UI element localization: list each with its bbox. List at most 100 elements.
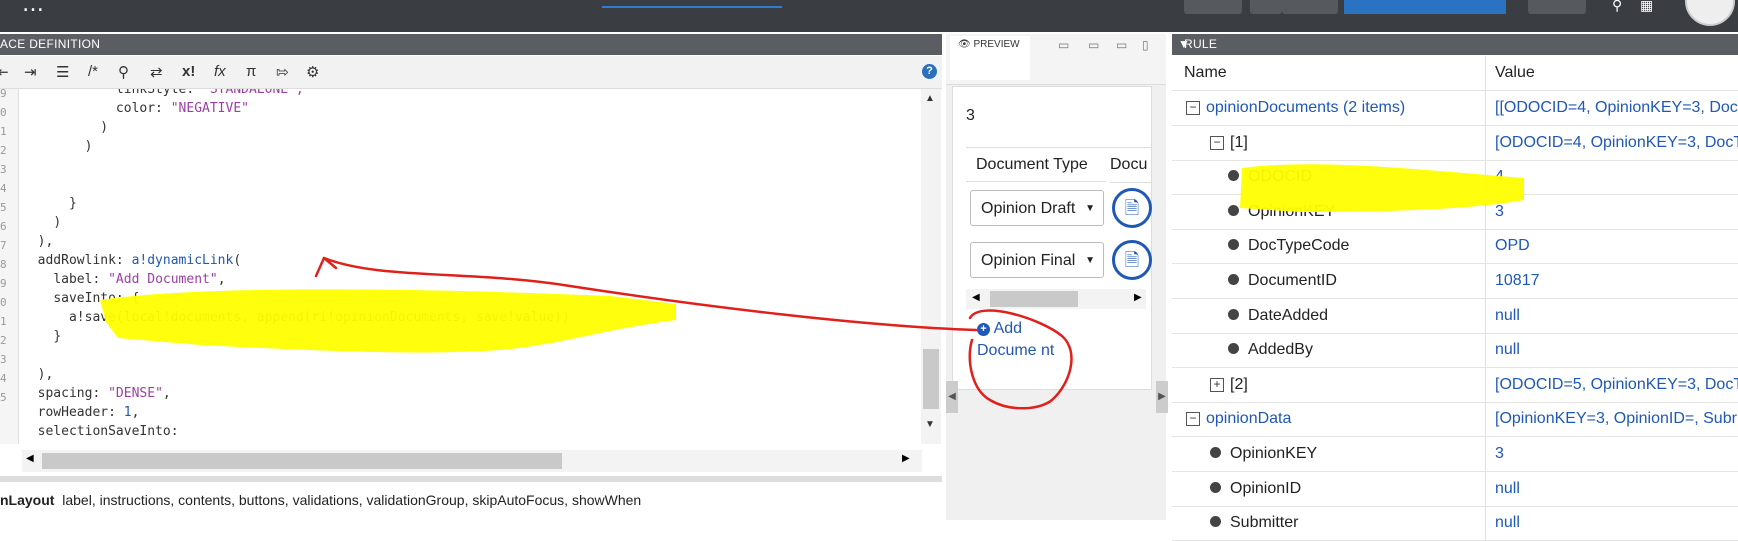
rule-input-row[interactable]: OpinionKEY 3 bbox=[1172, 437, 1738, 472]
scrollbar-thumb[interactable] bbox=[42, 453, 562, 469]
code-token: 1 bbox=[123, 405, 132, 420]
code-line: ) bbox=[22, 118, 108, 137]
apps-grid-icon[interactable]: ▦ bbox=[1640, 0, 1653, 14]
inspect-icon[interactable]: ⚙ bbox=[306, 63, 319, 81]
pi-icon[interactable]: π bbox=[246, 63, 256, 80]
interface-definition-header: ACE DEFINITION bbox=[0, 34, 942, 55]
search-icon[interactable]: ⚲ bbox=[118, 63, 129, 81]
rule-input-name-text: opinionData bbox=[1206, 410, 1292, 428]
column-divider bbox=[1485, 333, 1486, 368]
line-number: 0 bbox=[0, 106, 7, 119]
rule-input-name: + [2] bbox=[1210, 368, 1248, 402]
phone-icon[interactable]: ▯ bbox=[1142, 38, 1149, 52]
document-icon[interactable]: 🗎 bbox=[1112, 188, 1152, 228]
comment-icon[interactable]: /* bbox=[88, 63, 98, 80]
rule-input-row[interactable]: DocumentID 10817 bbox=[1172, 264, 1738, 299]
collapse-left-toggle[interactable]: ◀ bbox=[946, 381, 958, 413]
code-token: , bbox=[162, 386, 171, 401]
scrollbar-thumb[interactable] bbox=[990, 291, 1078, 307]
rule-input-row[interactable]: DocTypeCode OPD bbox=[1172, 229, 1738, 265]
editor-horizontal-scrollbar[interactable]: ◀ ▶ bbox=[22, 450, 922, 472]
avatar[interactable] bbox=[1685, 0, 1735, 26]
rule-input-row[interactable]: Submitter null bbox=[1172, 506, 1738, 541]
function-hint-params: label, instructions, contents, buttons, … bbox=[62, 492, 642, 508]
code-token: ) bbox=[84, 139, 93, 154]
desktop-icon[interactable]: ▭ bbox=[1058, 38, 1069, 52]
rule-input-row[interactable]: − [1] [ODOCID=4, OpinionKEY=3, DocT bbox=[1172, 125, 1738, 161]
shuffle-icon[interactable]: ⇄ bbox=[150, 63, 163, 81]
rule-input-name: OpinionKEY bbox=[1228, 195, 1335, 229]
code-token: , bbox=[131, 405, 140, 420]
format-icon[interactable]: ☰ bbox=[56, 63, 69, 81]
rule-input-value: [ODOCID=4, OpinionKEY=3, DocT bbox=[1495, 133, 1738, 151]
column-divider bbox=[1485, 506, 1486, 541]
add-document-link[interactable]: + Add Docume nt bbox=[977, 318, 1067, 362]
documents-grid: Document Type Docu Opinion Draft ▼ 🗎 Opi… bbox=[966, 147, 1152, 288]
rule-input-row[interactable]: ODOCID 4 bbox=[1172, 160, 1738, 196]
indent-right-icon[interactable]: ⇥ bbox=[24, 63, 37, 81]
expand-icon[interactable]: + bbox=[1210, 377, 1224, 392]
collapse-icon[interactable]: − bbox=[1186, 101, 1200, 115]
indent-left-icon[interactable]: ⇤ bbox=[0, 63, 9, 81]
toolbar-button[interactable] bbox=[1282, 0, 1338, 14]
column-header-document-type[interactable]: Document Type bbox=[966, 148, 1106, 182]
code-editor[interactable]: linkStyle: "STANDALONE", color: "NEGATIV… bbox=[22, 89, 922, 444]
expression-icon[interactable]: x! bbox=[182, 63, 195, 80]
preview-tabs: 👁 PREVIEW bbox=[946, 34, 1166, 85]
rule-input-row[interactable]: OpinionID null bbox=[1172, 471, 1738, 507]
search-icon[interactable]: ⚲ bbox=[1612, 0, 1622, 14]
document-type-dropdown[interactable]: Opinion Draft ▼ bbox=[970, 190, 1104, 226]
bullet-icon bbox=[1228, 343, 1239, 355]
rule-input-name: OpinionID bbox=[1210, 472, 1301, 506]
code-line: } bbox=[22, 194, 77, 213]
export-icon[interactable]: ⇰ bbox=[276, 63, 289, 81]
rule-input-row[interactable]: + [2] [ODOCID=5, OpinionKEY=3, DocT bbox=[1172, 367, 1738, 403]
rule-input-row[interactable]: − opinionData [OpinionKEY=3, OpinionID=, S… bbox=[1172, 402, 1738, 438]
code-token: addRowlink: bbox=[37, 253, 132, 268]
bullet-icon bbox=[1210, 481, 1221, 493]
rule-input-row[interactable]: DateAdded null bbox=[1172, 298, 1738, 334]
scrollbar-thumb[interactable] bbox=[923, 349, 939, 409]
rule-input-name: OpinionKEY bbox=[1210, 437, 1317, 471]
collapse-icon[interactable]: − bbox=[1186, 412, 1200, 427]
function-icon[interactable]: fx bbox=[214, 63, 226, 80]
column-divider bbox=[1485, 194, 1486, 229]
rule-input-row[interactable]: OpinionKEY 3 bbox=[1172, 194, 1738, 230]
rule-input-row[interactable]: − opinionDocuments (2 items) [[ODOCID=4, O… bbox=[1172, 91, 1738, 126]
tablet-landscape-icon[interactable]: ▭ bbox=[1116, 38, 1127, 52]
scroll-left-arrow-icon[interactable]: ◀ bbox=[972, 292, 980, 303]
editor-vertical-scrollbar[interactable]: ▲ ▼ bbox=[921, 89, 941, 444]
scroll-down-arrow-icon[interactable]: ▼ bbox=[925, 419, 935, 430]
code-line: addRowlink: a!dynamicLink( bbox=[22, 251, 242, 270]
column-header-document[interactable]: Docu bbox=[1110, 148, 1152, 183]
help-icon[interactable]: ? bbox=[922, 64, 937, 79]
scroll-right-arrow-icon[interactable]: ▶ bbox=[902, 453, 910, 464]
line-number: 9 bbox=[0, 277, 7, 290]
laptop-icon[interactable]: ▭ bbox=[1088, 38, 1099, 52]
toolbar-button[interactable] bbox=[1184, 0, 1242, 14]
rule-input-name-text: OpinionKEY bbox=[1230, 445, 1318, 462]
rule-inputs-header-row: Name Value bbox=[1172, 56, 1738, 91]
rule-input-name: − opinionData bbox=[1186, 402, 1291, 436]
column-divider bbox=[1485, 367, 1486, 402]
rule-input-name-text: DocTypeCode bbox=[1248, 237, 1350, 255]
document-icon[interactable]: 🗎 bbox=[1112, 240, 1152, 280]
bullet-icon bbox=[1228, 204, 1239, 216]
toolbar-button[interactable] bbox=[1528, 0, 1586, 14]
column-divider bbox=[1485, 91, 1486, 125]
rule-inputs-title: ▼ RULE INPUTS bbox=[1178, 37, 1230, 72]
scroll-right-arrow-icon[interactable]: ▶ bbox=[1134, 292, 1142, 303]
tab-preview[interactable]: 👁 PREVIEW bbox=[950, 36, 1030, 80]
grid-horizontal-scrollbar[interactable]: ◀ ▶ bbox=[966, 289, 1146, 309]
rule-input-row[interactable]: AddedBy null bbox=[1172, 333, 1738, 369]
rule-input-name: Submitter bbox=[1210, 506, 1298, 540]
code-token: ), bbox=[37, 367, 54, 382]
document-type-dropdown[interactable]: Opinion Final ▼ bbox=[970, 242, 1104, 278]
toolbar-button[interactable] bbox=[1250, 0, 1282, 14]
rule-inputs-header[interactable]: ▼ RULE INPUTS bbox=[1172, 34, 1738, 72]
publish-button[interactable] bbox=[1344, 0, 1506, 14]
collapse-icon[interactable]: − bbox=[1210, 135, 1224, 150]
collapse-right-toggle[interactable]: ▶ bbox=[1156, 381, 1168, 413]
scroll-up-arrow-icon[interactable]: ▲ bbox=[925, 93, 935, 104]
scroll-left-arrow-icon[interactable]: ◀ bbox=[26, 453, 34, 464]
